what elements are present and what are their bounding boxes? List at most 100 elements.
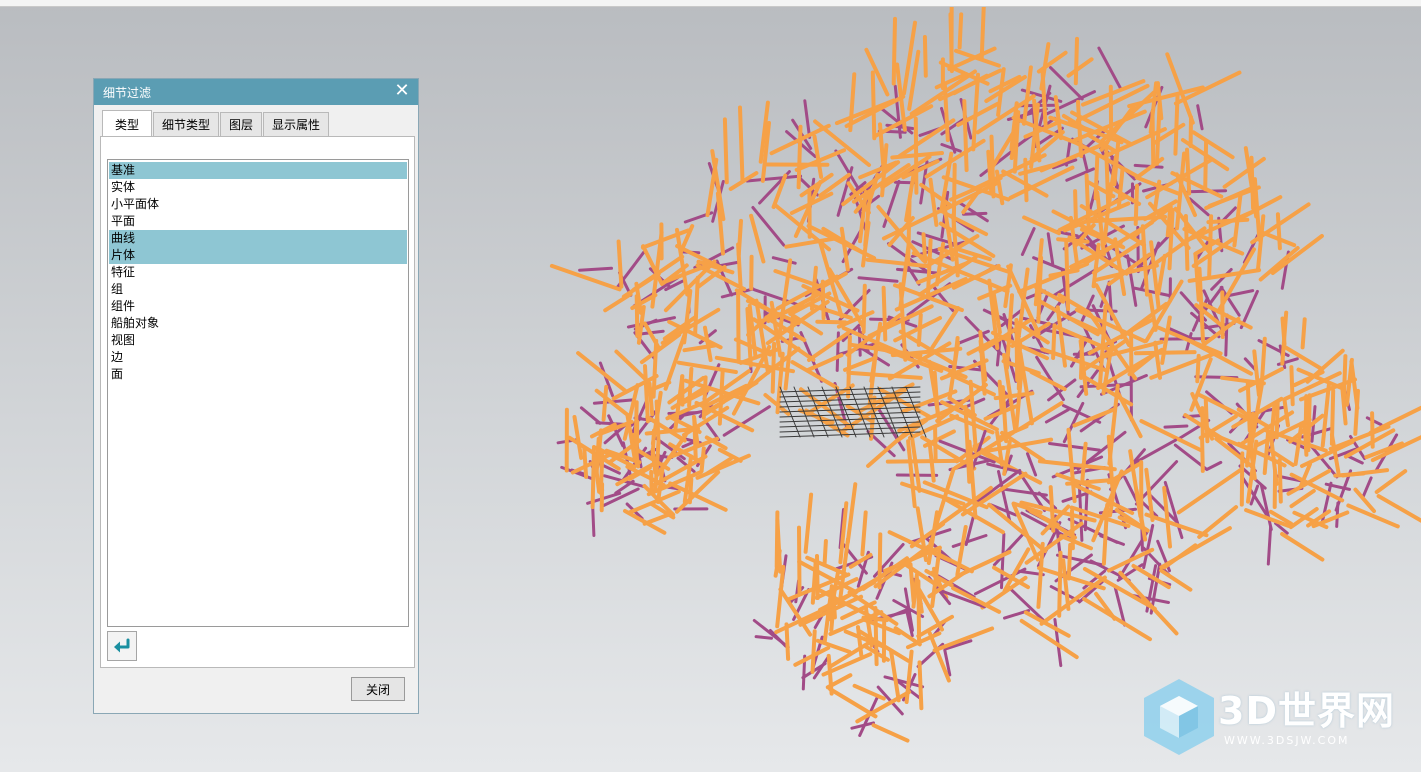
model-beam xyxy=(1048,442,1101,452)
model-beam xyxy=(916,312,923,347)
tab-panel-type: 基准 实体 小平面体 平面 曲线 片体 特征组组件 船舶对象 视图边面 xyxy=(100,136,415,668)
list-item[interactable]: 特征 xyxy=(109,264,407,281)
type-listbox[interactable]: 基准 实体 小平面体 平面 曲线 片体 特征组组件 船舶对象 视图边面 xyxy=(107,159,409,627)
watermark: 3D世界网 WWW.3DSJW.COM xyxy=(1138,676,1400,758)
model-beam xyxy=(738,105,745,183)
tab-detail-type[interactable]: 细节类型 xyxy=(153,112,220,136)
model-beam xyxy=(989,132,1015,171)
model-beam xyxy=(616,239,624,289)
model-beam xyxy=(1057,293,1091,315)
model-beam xyxy=(1282,397,1290,428)
model-beam xyxy=(845,482,858,545)
model-beam xyxy=(1333,471,1366,478)
model-beam xyxy=(871,723,910,743)
model-beam xyxy=(1022,215,1061,236)
model-beam xyxy=(1148,292,1158,332)
back-button[interactable] xyxy=(107,631,137,661)
model-beam xyxy=(1197,505,1239,539)
model-beam xyxy=(1368,405,1421,435)
return-arrow-icon xyxy=(114,638,130,653)
model-beam xyxy=(1020,227,1036,256)
model-beam xyxy=(1072,482,1135,515)
model-beam xyxy=(1093,154,1100,201)
model-beam xyxy=(887,341,952,381)
model-beam xyxy=(578,266,613,272)
model-beam xyxy=(1014,318,1020,382)
model-beam xyxy=(1185,147,1192,196)
model-beam xyxy=(1259,336,1267,385)
model-beam xyxy=(1116,167,1125,210)
list-item[interactable]: 组 xyxy=(109,281,407,298)
model-beam xyxy=(1083,478,1089,532)
model-beam xyxy=(784,622,791,661)
model-beam xyxy=(889,649,901,703)
model-beam xyxy=(1196,104,1204,131)
model-beam xyxy=(891,16,897,86)
list-item[interactable]: 小平面体 xyxy=(109,196,407,213)
list-item[interactable]: 组件 xyxy=(109,298,407,315)
list-item[interactable]: 实体 xyxy=(109,179,407,196)
model-beam xyxy=(1203,398,1210,444)
tab-type[interactable]: 类型 xyxy=(102,110,153,137)
model-beam xyxy=(932,626,995,653)
model-beam xyxy=(1252,349,1261,397)
model-beam xyxy=(978,277,1010,294)
model-beam xyxy=(928,177,939,227)
model-beam xyxy=(1066,542,1073,581)
tab-layer[interactable]: 图层 xyxy=(220,112,263,136)
list-item[interactable]: 边 xyxy=(109,349,407,366)
model-beam xyxy=(1005,293,1014,370)
model-beam xyxy=(917,660,924,711)
list-item[interactable]: 平面 xyxy=(109,213,407,230)
model-beam xyxy=(1073,189,1078,226)
model-beam xyxy=(649,469,654,495)
model-beam xyxy=(860,510,868,557)
model-beam xyxy=(803,99,812,139)
model-beam xyxy=(881,285,888,342)
model-beam xyxy=(633,400,639,440)
model-beam xyxy=(1361,476,1373,499)
model-beam xyxy=(992,533,1025,567)
model-beam xyxy=(885,458,958,464)
detail-filter-dialog: 细节过滤 ✕ 类型 细节类型 图层 显示属性 基准 实体 小平面体 平面 曲线 片体 特征组… xyxy=(93,78,419,714)
model-beam xyxy=(1026,452,1038,477)
model-beam xyxy=(930,306,961,350)
model-beam xyxy=(1173,92,1180,156)
model-beam xyxy=(640,228,691,250)
list-item[interactable]: 基准 xyxy=(109,162,407,179)
model-beam xyxy=(957,12,964,50)
list-item[interactable]: 船舶对象 xyxy=(109,315,407,332)
model-beam xyxy=(909,522,945,549)
model-beam xyxy=(1165,52,1195,125)
model-beam xyxy=(576,351,628,393)
tab-display-attributes[interactable]: 显示属性 xyxy=(263,112,330,136)
dialog-title: 细节过滤 xyxy=(103,85,152,100)
model-beam xyxy=(1097,46,1123,92)
model-beam xyxy=(1374,469,1408,494)
watermark-url: WWW.3DSJW.COM xyxy=(1224,734,1350,747)
close-button[interactable]: 关闭 xyxy=(351,677,405,701)
model-beam xyxy=(1245,381,1252,433)
model-beam xyxy=(752,619,790,649)
model-beam xyxy=(1023,610,1071,638)
model-beam xyxy=(971,72,980,152)
list-item[interactable]: 曲线 xyxy=(109,230,407,247)
model-beam xyxy=(654,399,661,446)
model-beam xyxy=(922,35,928,78)
dialog-titlebar[interactable]: 细节过滤 ✕ xyxy=(94,79,418,105)
list-item[interactable]: 片体 xyxy=(109,247,407,264)
close-icon[interactable]: ✕ xyxy=(392,81,412,101)
model-beam xyxy=(651,338,659,399)
model-beam xyxy=(1162,543,1198,570)
model-beam xyxy=(634,294,640,338)
tab-bar: 类型 细节类型 图层 显示属性 xyxy=(102,110,330,137)
model-beam xyxy=(1262,429,1271,475)
model-beam xyxy=(693,275,700,337)
model-beam xyxy=(1132,286,1173,298)
model-beam xyxy=(951,162,957,233)
list-item[interactable]: 视图 xyxy=(109,332,407,349)
list-item[interactable]: 面 xyxy=(109,366,407,383)
watermark-title: 3D世界网 xyxy=(1218,689,1395,733)
model-beam xyxy=(1258,246,1300,282)
window-top-strip xyxy=(0,0,1421,7)
